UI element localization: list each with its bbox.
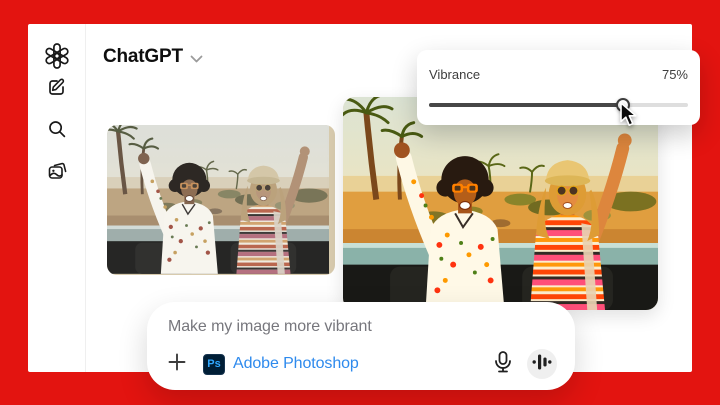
model-switcher[interactable]: ChatGPT (103, 46, 203, 68)
photoshop-badge-icon: Ps (203, 354, 225, 375)
microphone-icon (492, 350, 514, 379)
voice-mode-button[interactable] (527, 349, 557, 379)
search-icon (47, 119, 67, 139)
page-title: ChatGPT (103, 46, 183, 68)
compose-icon (47, 77, 67, 97)
attach-button[interactable] (168, 353, 186, 376)
sidebar (28, 24, 86, 372)
sidebar-item-library[interactable] (40, 154, 74, 188)
composer[interactable]: Make my image more vibrant Ps Adobe Phot… (147, 302, 575, 390)
slider-knob[interactable] (616, 98, 630, 112)
sidebar-item-search[interactable] (40, 112, 74, 146)
after-image[interactable] (343, 97, 658, 310)
chevron-down-icon (190, 50, 203, 68)
vibrance-panel: Vibrance 75% (417, 50, 700, 125)
tool-chip-photoshop[interactable]: Ps Adobe Photoshop (203, 354, 359, 375)
images-icon (47, 161, 67, 181)
prompt-input[interactable]: Make my image more vibrant (168, 318, 557, 336)
dictate-button[interactable] (489, 350, 517, 378)
vibrance-slider[interactable] (429, 97, 688, 113)
sidebar-item-new-chat[interactable] (40, 70, 74, 104)
slider-fill (429, 103, 623, 107)
voice-waveform-icon (532, 353, 552, 376)
vibrance-value: 75% (662, 67, 688, 82)
openai-logo[interactable] (43, 42, 71, 70)
vibrance-label: Vibrance (429, 67, 480, 82)
before-image[interactable] (107, 125, 335, 275)
tool-name: Adobe Photoshop (233, 355, 359, 373)
plus-icon (168, 353, 186, 376)
